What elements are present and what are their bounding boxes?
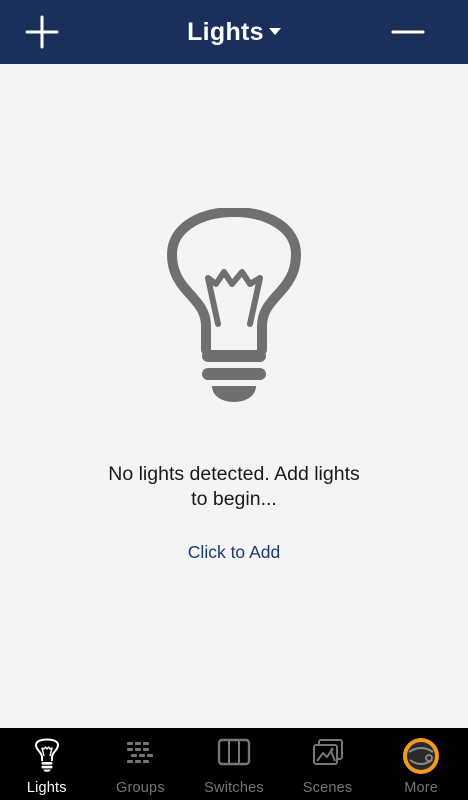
- tab-label-lights: Lights: [26, 780, 67, 796]
- lightbulb-icon: [167, 208, 301, 402]
- switch-panel-icon: [217, 738, 251, 766]
- tab-scenes[interactable]: Scenes: [281, 728, 375, 800]
- empty-state-panel: No lights detected. Add lights to begin.…: [0, 64, 468, 728]
- minus-icon[interactable]: [388, 14, 428, 50]
- top-navigation-bar: Lights: [0, 0, 468, 64]
- empty-message-line-1: No lights detected. Add lights: [108, 463, 360, 485]
- tab-groups[interactable]: Groups: [94, 728, 188, 800]
- more-circle-icon: [403, 738, 440, 774]
- empty-message-line-2: to begin...: [191, 488, 277, 510]
- tab-lights[interactable]: Lights: [0, 728, 94, 800]
- tab-switches[interactable]: Switches: [187, 728, 281, 800]
- tab-label-more: More: [404, 780, 439, 796]
- page-title: Lights: [187, 17, 264, 46]
- empty-state-message: No lights detected. Add lights to begin.…: [60, 462, 408, 512]
- tab-label-scenes: Scenes: [302, 780, 353, 796]
- scenes-picture-icon: [312, 739, 343, 765]
- click-to-add-link[interactable]: Click to Add: [134, 542, 334, 563]
- bottom-tab-bar: Lights Groups Switches Scenes More: [0, 728, 468, 800]
- tab-more[interactable]: More: [374, 728, 468, 800]
- tab-label-switches: Switches: [204, 780, 264, 796]
- caret-down-icon: [268, 28, 281, 35]
- groups-grid-icon: [127, 742, 154, 763]
- tab-label-groups: Groups: [116, 780, 165, 796]
- lightbulb-icon: [34, 738, 59, 772]
